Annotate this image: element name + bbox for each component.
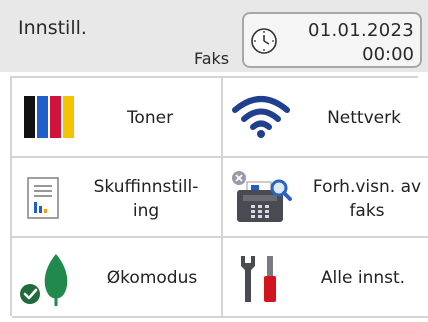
- page-title: Innstill.: [18, 17, 87, 39]
- time-text: 00:00: [362, 44, 414, 65]
- fax-preview-tile[interactable]: Forh.visn. av faks: [223, 158, 428, 238]
- tools-icon: [241, 256, 276, 302]
- toner-cartridges-icon: [24, 96, 74, 138]
- tray-document-icon: [27, 177, 59, 219]
- eco-mode-label: Økomodus: [106, 268, 198, 288]
- fax-preview-label: Forh.visn. av faks: [303, 175, 428, 223]
- tray-settings-label: Skuffinnstill- ing: [76, 175, 216, 223]
- eco-leaf-icon: [20, 254, 68, 306]
- toner-label: Toner: [126, 108, 174, 128]
- all-settings-tile[interactable]: Alle innst.: [223, 238, 428, 318]
- network-label: Nettverk: [327, 108, 401, 128]
- wifi-icon: [232, 96, 290, 138]
- toner-tile[interactable]: Toner: [12, 78, 223, 158]
- network-tile[interactable]: Nettverk: [223, 78, 428, 158]
- date-text: 01.01.2023: [307, 20, 414, 41]
- eco-mode-tile[interactable]: Økomodus: [12, 238, 223, 318]
- tray-settings-tile[interactable]: Skuffinnstill- ing: [12, 158, 223, 238]
- tray-settings-label-line1: Skuffinnstill-: [93, 177, 199, 197]
- fax-preview-label-line2: faks: [349, 201, 385, 221]
- fax-preview-icon: [232, 171, 292, 222]
- date-time-button[interactable]: 01.01.2023 00:00: [242, 12, 422, 68]
- clock-icon: [251, 28, 277, 54]
- mode-label: Faks: [194, 49, 230, 68]
- header-bar: Innstill. Faks 01.01.2023 00:00: [0, 0, 428, 72]
- fax-preview-label-line1: Forh.visn. av: [312, 177, 422, 197]
- settings-grid: Toner Nettverk Skuffinnstill- ing Forh.v…: [10, 76, 428, 318]
- all-settings-label: Alle innst.: [320, 268, 406, 288]
- tray-settings-label-line2: ing: [132, 201, 160, 221]
